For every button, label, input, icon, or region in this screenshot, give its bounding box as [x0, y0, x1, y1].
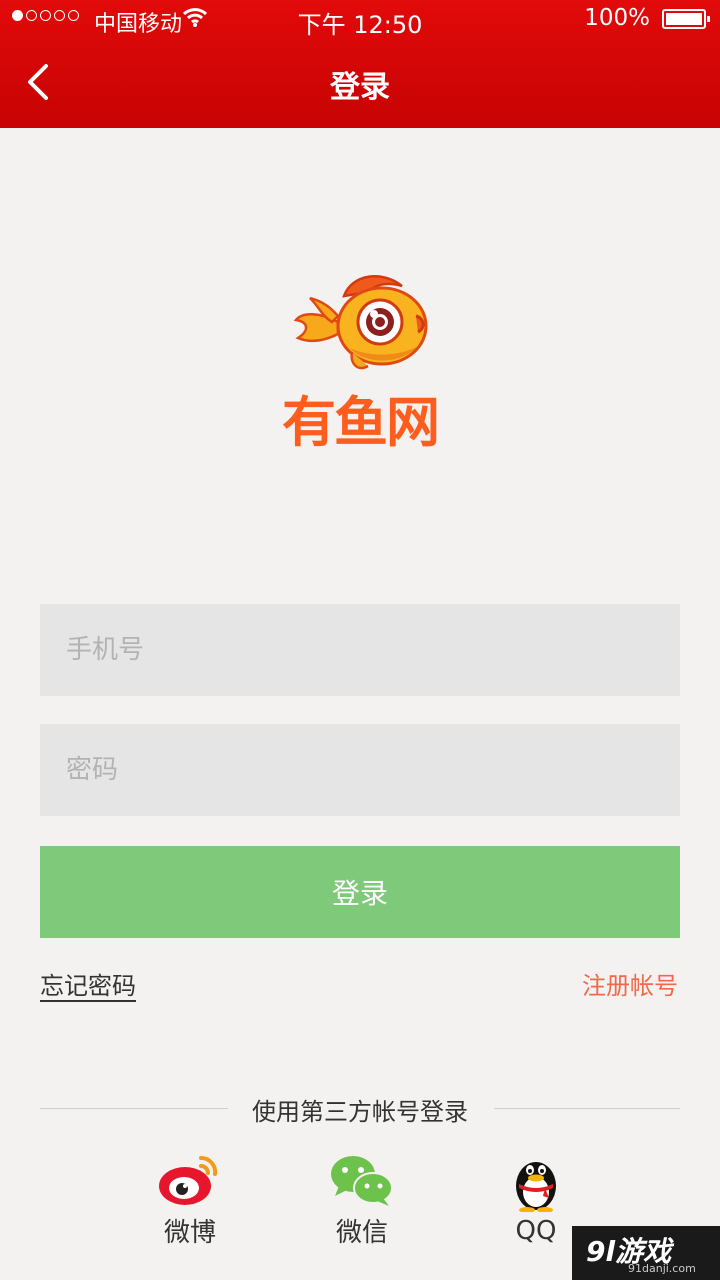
battery-icon — [662, 9, 710, 29]
weibo-icon — [159, 1155, 218, 1205]
wechat-icon — [331, 1156, 393, 1206]
watermark-url: 91danji.com — [628, 1262, 696, 1275]
password-input[interactable] — [40, 724, 680, 816]
fish-logo-icon — [293, 275, 428, 370]
page-title: 登录 — [330, 70, 390, 105]
phone-input[interactable] — [40, 604, 680, 696]
weibo-label: 微博 — [163, 1218, 216, 1248]
watermark: 9l游戏 91danji.com — [572, 1226, 720, 1280]
weibo-login-button[interactable]: 微博 — [130, 1152, 250, 1249]
forgot-password-link[interactable]: 忘记密码 — [40, 966, 136, 1001]
wechat-label: 微信 — [335, 1218, 388, 1248]
divider-right — [494, 1108, 680, 1109]
battery-percent: 100% — [584, 5, 650, 31]
qq-icon — [516, 1162, 556, 1212]
login-button[interactable]: 登录 — [40, 846, 680, 938]
register-link[interactable]: 注册帐号 — [582, 966, 678, 1001]
app-header: 中国移动 下午 12:50 100% 登录 — [0, 0, 720, 128]
status-bar: 中国移动 下午 12:50 100% — [0, 0, 720, 40]
third-party-title: 使用第三方帐号登录 — [252, 1098, 468, 1126]
logo-text: 有鱼网 — [282, 391, 440, 454]
wechat-login-button[interactable]: 微信 — [302, 1152, 422, 1249]
